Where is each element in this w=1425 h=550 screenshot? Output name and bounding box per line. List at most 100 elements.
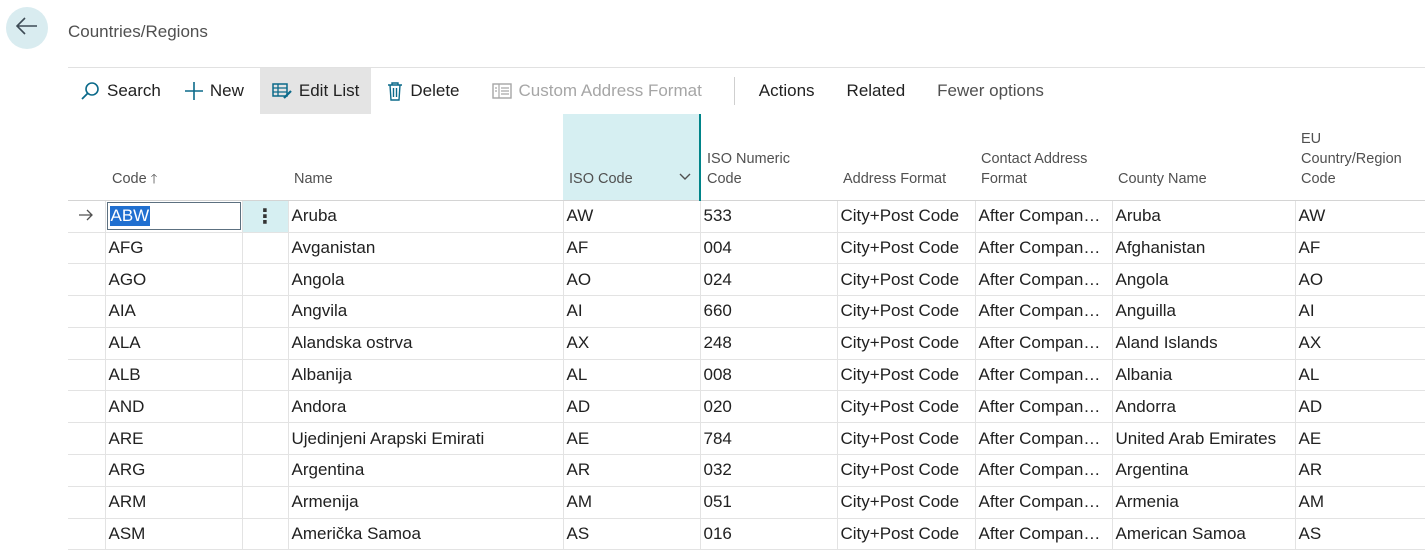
cell-code[interactable]: AFG bbox=[104, 232, 242, 265]
cell-address-format[interactable]: City+Post Code bbox=[836, 390, 975, 424]
row-actions-cell[interactable] bbox=[241, 422, 288, 456]
cell-contact-address-format[interactable]: After Company Name bbox=[974, 390, 1112, 424]
cell-eu-code[interactable]: AM bbox=[1294, 486, 1425, 519]
cell-address-format[interactable]: City+Post Code bbox=[836, 327, 975, 360]
cell-iso-numeric[interactable]: 016 bbox=[699, 518, 837, 550]
column-header-contact-address-format[interactable]: Contact Address Format bbox=[975, 114, 1112, 201]
cell-eu-code[interactable]: AI bbox=[1294, 295, 1425, 328]
chevron-down-icon[interactable] bbox=[679, 167, 691, 187]
cell-code[interactable]: ALB bbox=[104, 359, 242, 392]
table-row[interactable]: AGO Angola AO 024 City+Post Code After Compan… bbox=[68, 263, 1425, 297]
cell-iso-numeric[interactable]: 660 bbox=[699, 295, 837, 328]
cell-address-format[interactable]: City+Post Code bbox=[836, 454, 975, 487]
actions-menu[interactable]: Actions bbox=[755, 68, 827, 114]
cell-contact-address-format[interactable]: After Company Name bbox=[974, 486, 1112, 519]
table-row[interactable]: AIA Angvila AI 660 City+Post Code After Compa… bbox=[68, 295, 1425, 328]
cell-address-format[interactable]: City+Post Code bbox=[836, 295, 975, 328]
cell-eu-code[interactable]: AX bbox=[1294, 327, 1425, 360]
row-actions-cell[interactable]: ⋮ bbox=[241, 200, 288, 233]
cell-name[interactable]: Argentina bbox=[287, 454, 563, 487]
cell-county-name[interactable]: Aland Islands bbox=[1111, 327, 1295, 360]
cell-contact-address-format[interactable]: After Company Name bbox=[974, 518, 1112, 550]
row-actions-cell[interactable] bbox=[241, 359, 288, 392]
cell-eu-code[interactable]: AD bbox=[1294, 390, 1425, 424]
cell-eu-code[interactable]: AE bbox=[1294, 422, 1425, 456]
cell-name[interactable]: Angola bbox=[287, 263, 563, 297]
cell-iso-numeric[interactable]: 004 bbox=[699, 232, 837, 265]
column-header-iso-code[interactable]: ISO Code bbox=[563, 114, 701, 201]
cell-iso-code[interactable]: AS bbox=[562, 518, 700, 550]
cell-name[interactable]: Angvila bbox=[287, 295, 563, 328]
cell-code[interactable]: ARG bbox=[104, 454, 242, 487]
cell-county-name[interactable]: Aruba bbox=[1111, 200, 1295, 233]
cell-county-name[interactable]: Argentina bbox=[1111, 454, 1295, 487]
cell-name[interactable]: Andora bbox=[287, 390, 563, 424]
column-header-county-name[interactable]: County Name bbox=[1112, 114, 1295, 201]
table-row[interactable]: ASM Američka Samoa AS 016 City+Post Code Afte… bbox=[68, 518, 1425, 550]
column-header-name[interactable]: Name bbox=[288, 114, 563, 201]
more-options-icon[interactable]: ⋮ bbox=[243, 200, 288, 231]
cell-iso-code[interactable]: AO bbox=[562, 263, 700, 297]
cell-iso-code[interactable]: AE bbox=[562, 422, 700, 456]
cell-code[interactable]: ASM bbox=[104, 518, 242, 550]
cell-name[interactable]: Ujedinjeni Arapski Emirati bbox=[287, 422, 563, 456]
row-actions-cell[interactable] bbox=[241, 295, 288, 328]
row-actions-cell[interactable] bbox=[241, 486, 288, 519]
cell-iso-numeric[interactable]: 533 bbox=[699, 200, 837, 233]
cell-name[interactable]: Aruba bbox=[287, 200, 563, 233]
row-actions-cell[interactable] bbox=[241, 390, 288, 424]
cell-iso-numeric[interactable]: 032 bbox=[699, 454, 837, 487]
cell-name[interactable]: Alandska ostrva bbox=[287, 327, 563, 360]
back-button[interactable] bbox=[6, 7, 48, 49]
table-row[interactable]: ARE Ujedinjeni Arapski Emirati AE 784 City+P… bbox=[68, 422, 1425, 456]
cell-code[interactable]: ALA bbox=[104, 327, 242, 360]
cell-iso-numeric[interactable]: 784 bbox=[699, 422, 837, 456]
cell-name[interactable]: Armenija bbox=[287, 486, 563, 519]
cell-iso-code[interactable]: AX bbox=[562, 327, 700, 360]
edit-list-button[interactable]: Edit List bbox=[259, 68, 372, 114]
table-row[interactable]: ABW ⋮ Aruba AW 533 City+Post Code After … bbox=[68, 200, 1425, 233]
column-header-code[interactable]: Code 🡑 bbox=[105, 114, 242, 201]
cell-contact-address-format[interactable]: After Company Name bbox=[974, 359, 1112, 392]
table-row[interactable]: ARG Argentina AR 032 City+Post Code After Com… bbox=[68, 454, 1425, 487]
cell-code[interactable]: AGO bbox=[104, 263, 242, 297]
cell-iso-code[interactable]: AD bbox=[562, 390, 700, 424]
cell-iso-numeric[interactable]: 248 bbox=[699, 327, 837, 360]
cell-address-format[interactable]: City+Post Code bbox=[836, 422, 975, 456]
cell-contact-address-format[interactable]: After Company Name bbox=[974, 263, 1112, 297]
related-menu[interactable]: Related bbox=[835, 68, 918, 114]
cell-address-format[interactable]: City+Post Code bbox=[836, 359, 975, 392]
cell-iso-code[interactable]: AR bbox=[562, 454, 700, 487]
cell-code[interactable]: AND bbox=[104, 390, 242, 424]
cell-code[interactable]: ARE bbox=[104, 422, 242, 456]
cell-eu-code[interactable]: AR bbox=[1294, 454, 1425, 487]
cell-county-name[interactable]: Afghanistan bbox=[1111, 232, 1295, 265]
row-actions-cell[interactable] bbox=[241, 518, 288, 550]
cell-iso-numeric[interactable]: 020 bbox=[699, 390, 837, 424]
cell-contact-address-format[interactable]: After Company Name bbox=[974, 422, 1112, 456]
cell-county-name[interactable]: Albania bbox=[1111, 359, 1295, 392]
cell-contact-address-format[interactable]: After Company Name bbox=[974, 454, 1112, 487]
cell-contact-address-format[interactable]: After Company Name bbox=[974, 200, 1112, 233]
cell-contact-address-format[interactable]: After Company Name bbox=[974, 295, 1112, 328]
table-row[interactable]: ALB Albanija AL 008 City+Post Code After Comp… bbox=[68, 359, 1425, 392]
cell-iso-numeric[interactable]: 008 bbox=[699, 359, 837, 392]
row-actions-cell[interactable] bbox=[241, 327, 288, 360]
table-row[interactable]: ARM Armenija AM 051 City+Post Code After Comp… bbox=[68, 486, 1425, 519]
cell-address-format[interactable]: City+Post Code bbox=[836, 486, 975, 519]
cell-address-format[interactable]: City+Post Code bbox=[836, 200, 975, 233]
cell-address-format[interactable]: City+Post Code bbox=[836, 263, 975, 297]
cell-eu-code[interactable]: AL bbox=[1294, 359, 1425, 392]
cell-iso-code[interactable]: AL bbox=[562, 359, 700, 392]
delete-button[interactable]: Delete bbox=[375, 68, 471, 114]
cell-eu-code[interactable]: AF bbox=[1294, 232, 1425, 265]
cell-iso-code[interactable]: AW bbox=[562, 200, 700, 233]
cell-address-format[interactable]: City+Post Code bbox=[836, 232, 975, 265]
fewer-options-button[interactable]: Fewer options bbox=[925, 68, 1056, 114]
row-actions-cell[interactable] bbox=[241, 263, 288, 297]
cell-iso-numeric[interactable]: 024 bbox=[699, 263, 837, 297]
cell-iso-code[interactable]: AI bbox=[562, 295, 700, 328]
cell-code[interactable]: ABW bbox=[104, 200, 242, 233]
cell-eu-code[interactable]: AO bbox=[1294, 263, 1425, 297]
search-button[interactable]: Search bbox=[68, 68, 173, 114]
